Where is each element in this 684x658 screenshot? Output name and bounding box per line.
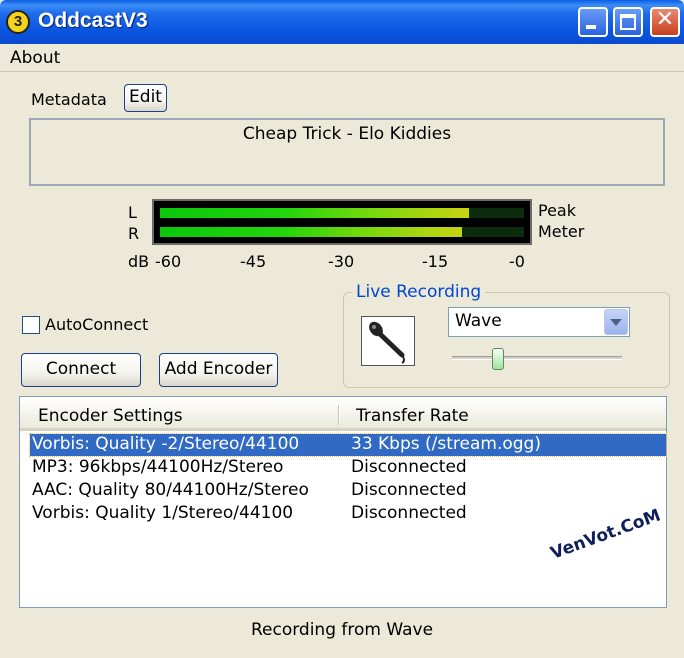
meter-label: Meter: [538, 222, 585, 241]
dropdown-button[interactable]: [604, 309, 628, 335]
minimize-button[interactable]: [578, 7, 608, 37]
column-separator[interactable]: [338, 405, 340, 425]
maximize-icon: [620, 14, 636, 30]
edit-button[interactable]: Edit: [124, 84, 167, 112]
menu-bar: About: [0, 44, 684, 72]
menu-about[interactable]: About: [10, 48, 60, 68]
db-label: dB: [128, 252, 150, 271]
encoder-settings-cell: Vorbis: Quality 1/Stereo/44100: [32, 503, 294, 523]
header-transfer-rate[interactable]: Transfer Rate: [356, 406, 469, 426]
transfer-rate-cell: 33 Kbps (/stream.ogg): [351, 434, 541, 454]
chevron-down-icon: [610, 319, 622, 326]
app-icon: 3: [6, 10, 30, 34]
encoder-settings-cell: MP3: 96kbps/44100Hz/Stereo: [32, 457, 284, 477]
level-meter: [152, 199, 532, 245]
tick-label: -45: [240, 252, 267, 271]
add-encoder-button[interactable]: Add Encoder: [159, 353, 278, 387]
recording-source-select[interactable]: Wave: [448, 307, 630, 337]
encoder-settings-cell: AAC: Quality 80/44100Hz/Stereo: [32, 480, 309, 500]
volume-slider-track[interactable]: [452, 356, 622, 360]
tick-label: -15: [422, 252, 449, 271]
close-button[interactable]: ✕: [650, 7, 680, 37]
metadata-label: Metadata: [31, 90, 107, 109]
volume-slider-thumb[interactable]: [492, 348, 504, 370]
meter-right-label: R: [128, 224, 140, 243]
header-encoder-settings[interactable]: Encoder Settings: [38, 406, 183, 426]
transfer-rate-cell: Disconnected: [351, 503, 467, 523]
tick-label: -60: [155, 252, 182, 271]
minimize-icon: [586, 25, 596, 29]
table-row[interactable]: AAC: Quality 80/44100Hz/Stereo Disconnec…: [30, 480, 666, 502]
right-channel-bar: [160, 227, 462, 237]
transfer-rate-cell: Disconnected: [351, 457, 467, 477]
transfer-rate-cell: Disconnected: [351, 480, 467, 500]
autoconnect-label[interactable]: AutoConnect: [45, 315, 148, 334]
maximize-button[interactable]: [613, 7, 643, 37]
status-text: Recording from Wave: [250, 620, 434, 640]
encoder-settings-cell: Vorbis: Quality -2/Stereo/44100: [32, 434, 300, 454]
table-row[interactable]: Vorbis: Quality 1/Stereo/44100 Disconnec…: [30, 503, 666, 525]
autoconnect-checkbox[interactable]: [22, 316, 40, 334]
encoder-list[interactable]: Encoder Settings Transfer Rate Vorbis: Q…: [19, 396, 667, 608]
microphone-button[interactable]: [361, 316, 415, 366]
title-bar[interactable]: 3 OddcastV3 ✕: [0, 0, 684, 44]
window-title: OddcastV3: [38, 9, 148, 32]
connect-button[interactable]: Connect: [21, 353, 141, 387]
recording-source-value: Wave: [455, 311, 502, 331]
tick-label: -30: [328, 252, 355, 271]
table-row[interactable]: Vorbis: Quality -2/Stereo/44100 33 Kbps …: [29, 433, 667, 457]
left-channel-bar: [160, 208, 469, 218]
close-icon: ✕: [655, 7, 675, 32]
metadata-text: Cheap Trick - Elo Kiddies: [242, 124, 452, 144]
table-row[interactable]: MP3: 96kbps/44100Hz/Stereo Disconnected: [30, 457, 666, 479]
meter-left-label: L: [128, 203, 137, 222]
microphone-icon: [369, 321, 405, 364]
peak-label: Peak: [538, 201, 576, 220]
tick-label: -0: [509, 252, 525, 271]
list-header: Encoder Settings Transfer Rate: [20, 397, 666, 431]
live-recording-title: Live Recording: [352, 282, 486, 302]
metadata-display: Cheap Trick - Elo Kiddies: [29, 118, 665, 186]
